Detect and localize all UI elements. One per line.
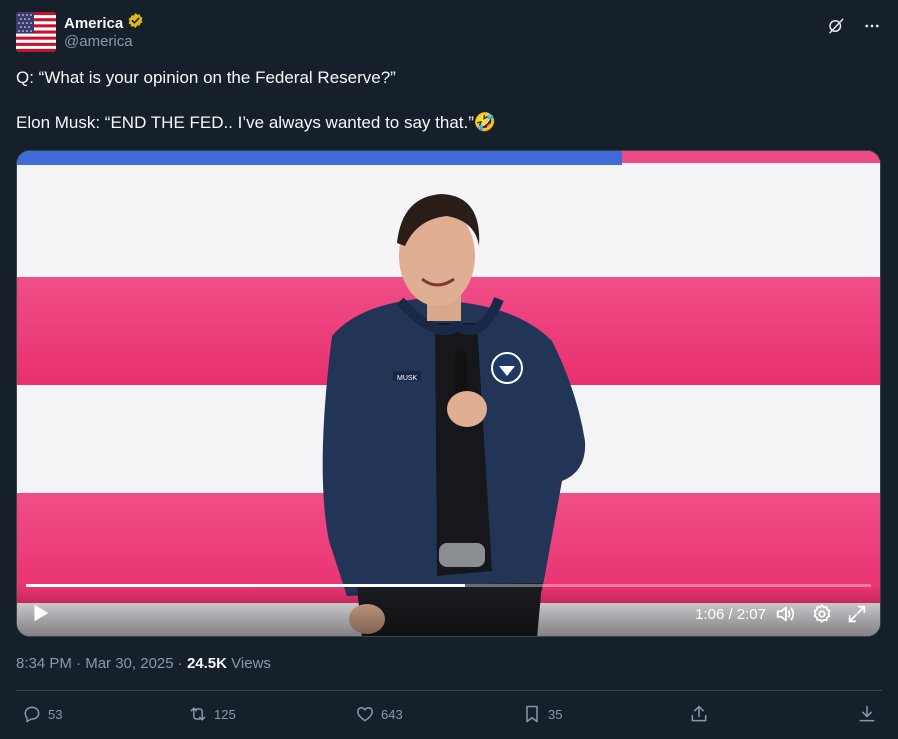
tweet-line-question: Q: “What is your opinion on the Federal …: [16, 68, 396, 87]
download-icon: [859, 705, 875, 722]
more-icon[interactable]: [862, 16, 882, 36]
avatar[interactable]: [16, 12, 56, 52]
top-actions: [826, 16, 882, 36]
us-flag-avatar: [16, 12, 56, 52]
action-bar: 53 125 643 35: [0, 700, 898, 730]
views-count: 24.5K: [186, 655, 227, 672]
video-progress-fill: [26, 584, 466, 587]
share-icon: [691, 705, 707, 722]
tweet-date[interactable]: Mar 30, 2025: [85, 655, 173, 672]
reply-icon: [24, 706, 40, 723]
settings-gear-icon[interactable]: [811, 603, 833, 625]
download-button[interactable]: [857, 704, 877, 724]
volume-icon[interactable]: [774, 603, 796, 625]
repost-icon: [190, 707, 206, 721]
tweet-line-answer: Elon Musk: “END THE FED.. I’ve always wa…: [16, 111, 876, 134]
like-button[interactable]: 643: [355, 704, 403, 724]
laughing-emoji-icon: 🤣: [473, 112, 497, 132]
play-icon[interactable]: [29, 602, 51, 624]
tweet-meta: 8:34 PM · Mar 30, 2025 · 24.5K Views: [16, 655, 271, 672]
author-handle[interactable]: @america: [64, 33, 133, 50]
video-time: 1:06 / 2:07: [695, 606, 766, 623]
reply-button[interactable]: 53: [22, 704, 62, 724]
bookmark-button[interactable]: 35: [522, 704, 562, 724]
author-name-row[interactable]: America: [64, 12, 144, 34]
tweet-time[interactable]: 8:34 PM: [16, 655, 72, 672]
video-progress-bar[interactable]: [26, 584, 871, 587]
heart-icon: [357, 707, 373, 722]
verified-badge-icon: [127, 12, 144, 34]
reply-count: 53: [48, 706, 63, 722]
tweet-text: Q: “What is your opinion on the Federal …: [16, 67, 876, 134]
author-name[interactable]: America: [64, 15, 123, 32]
share-button[interactable]: [689, 704, 709, 724]
meta-separator: ·: [76, 655, 86, 672]
like-count: 643: [381, 706, 403, 722]
repost-button[interactable]: 125: [188, 704, 236, 724]
tweet-line-answer-text: Elon Musk: “END THE FED.. I’ve always wa…: [16, 113, 474, 132]
bookmark-count: 35: [548, 706, 563, 722]
divider: [16, 690, 882, 691]
musk-badge-text: MUSK: [397, 375, 418, 382]
video-frame: MUSK: [17, 151, 880, 636]
fullscreen-icon[interactable]: [846, 603, 868, 625]
meta-separator: ·: [177, 655, 187, 672]
grok-icon[interactable]: [826, 16, 846, 36]
repost-count: 125: [214, 706, 236, 722]
video-player[interactable]: MUSK 1:06 / 2:07: [16, 150, 881, 637]
views-label: Views: [231, 655, 271, 672]
bookmark-icon: [526, 705, 538, 723]
